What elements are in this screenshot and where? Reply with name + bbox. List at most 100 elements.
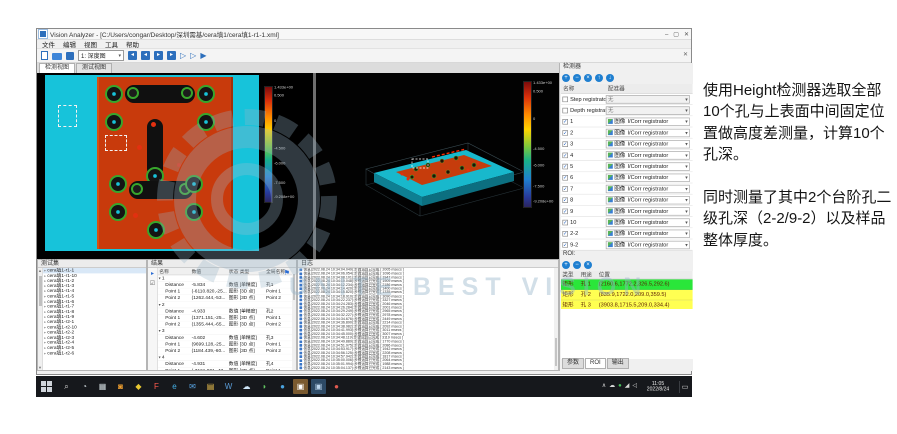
move-up-button[interactable]: ↑ <box>595 74 603 82</box>
checkbox[interactable]: ✓ <box>562 230 568 237</box>
roi-selection-box[interactable] <box>58 105 77 127</box>
registrator-row[interactable]: Depth registrator无▾ <box>561 105 693 117</box>
registrator-row[interactable]: ✓ 4 图像 I/Corr registrator ▾ <box>561 149 693 161</box>
browser-app-icon[interactable]: ● <box>275 379 290 394</box>
registrator-row[interactable]: ✓ 3 图像 I/Corr registrator ▾ <box>561 138 693 150</box>
checkbox[interactable]: ✓ <box>562 129 568 136</box>
toolbar-close-icon[interactable]: ✕ <box>683 51 688 58</box>
move-down-button[interactable]: ↓ <box>606 74 614 82</box>
scroll-up-icon[interactable]: ▲ <box>38 268 42 273</box>
registrator-dropdown[interactable]: 图像 I/Corr registrator ▾ <box>605 162 690 171</box>
remote-app-icon[interactable]: ▣ <box>311 379 326 394</box>
close-button[interactable]: ✕ <box>684 31 689 38</box>
stop-icon[interactable]: ▶ <box>200 51 206 61</box>
list-item[interactable]: ▸cera填1-r2-6 <box>43 350 146 356</box>
task-view-icon[interactable]: ▦ <box>95 379 110 394</box>
registrator-row[interactable]: ✓ 7 图像 I/Corr registrator ▾ <box>561 183 693 195</box>
view-tab[interactable]: 测试视图 <box>76 63 113 73</box>
registrator-dropdown[interactable]: 图像 I/Corr registrator ▾ <box>605 206 690 216</box>
checkbox[interactable]: ✓ <box>562 163 568 170</box>
checkbox[interactable] <box>562 107 568 114</box>
new-file-icon[interactable] <box>41 51 48 60</box>
tray-status-icon[interactable]: ● <box>618 379 622 394</box>
registrator-row[interactable]: Step registrator 无 ▾ <box>561 93 693 105</box>
minimize-button[interactable]: – <box>665 32 668 38</box>
cortana-icon[interactable]: ◔ <box>77 379 92 394</box>
taskbar-clock[interactable]: 11:05 2022/8/24 <box>645 381 671 392</box>
roi-row[interactable]: 矩形孔 2 (835.9,1722.0,209.0,359.5) <box>561 289 693 301</box>
checkbox[interactable]: ✓ <box>562 174 568 181</box>
registrator-dropdown[interactable]: 图像 I/Corr registrator ▾ <box>605 218 690 227</box>
registrator-dropdown[interactable]: 图像 I/Corr registrator ▾ <box>605 173 690 182</box>
registrator-dropdown[interactable]: 图像 I/Corr registrator ▾ <box>605 195 690 205</box>
registrator-dropdown[interactable]: 无 ▾ <box>605 94 690 104</box>
tree-row[interactable]: Point 1 (-6110.820,-25... 图形 [3D 点] Point 1 <box>158 288 292 295</box>
registrator-row[interactable]: ✓ 2-2 图像 I/Corr registrator ▾ <box>561 228 693 240</box>
tray-chevron-icon[interactable]: ∧ <box>602 379 606 394</box>
file-explorer-icon[interactable]: ▤ <box>203 379 218 394</box>
tree-row[interactable]: Point 2 (1184.439,-60... 图形 [3D 点] Point 2 <box>158 348 292 355</box>
run-icon[interactable]: ▷ <box>180 51 186 61</box>
viewport-3d[interactable]: 1.433e+00 0.500 0 -4.500 -6.000 -7.500 -9.208e… <box>316 73 559 259</box>
origin-app-icon[interactable]: ◙ <box>113 379 128 394</box>
menu-item[interactable]: 编辑 <box>63 39 76 49</box>
tray-network-icon[interactable]: ◢ <box>625 379 630 394</box>
checkbox[interactable]: ✓ <box>562 152 568 158</box>
menu-item[interactable]: 工具 <box>105 39 118 49</box>
checkbox[interactable]: ✓ <box>562 241 568 248</box>
open-folder-icon[interactable] <box>52 53 62 60</box>
clear-registrators-button[interactable]: × <box>584 74 592 82</box>
tree-row[interactable]: Point 2 (1355.444,-65... 图形 [3D 点] Point 2 <box>158 321 292 328</box>
registrator-row[interactable]: ✓ 9-2 图像 I/Corr registrator ▾ <box>561 239 693 251</box>
clear-roi-button[interactable]: × <box>584 261 592 269</box>
menu-item[interactable]: 文件 <box>42 39 55 49</box>
nav-first-icon[interactable]: ◂ <box>128 51 137 60</box>
panel-tab[interactable]: 输出 <box>606 358 629 369</box>
results-scrollbar[interactable] <box>292 268 296 370</box>
tree-row[interactable]: Point 1 (9699.128,-25... 图形 [3D 点] Point 1 <box>158 341 292 348</box>
registrator-dropdown[interactable]: 图像 I/Corr registrator ▾ <box>605 139 690 149</box>
panel-tab[interactable]: 参数 <box>562 358 585 369</box>
checkbox[interactable]: ✓ <box>562 185 568 192</box>
menu-item[interactable]: 帮助 <box>126 39 139 49</box>
run-selection-icon[interactable]: ▸ <box>151 271 154 277</box>
search-icon[interactable]: ⌕ <box>59 379 74 394</box>
log-scrollbar[interactable] <box>554 268 558 370</box>
nav-next-icon[interactable]: ▸ <box>154 51 163 60</box>
run-all-icon[interactable]: ▷ <box>190 51 196 61</box>
roi-row[interactable]: 矩形孔 3 (3903.8,1715.5,209.0,334.4) <box>561 300 693 309</box>
checkbox[interactable]: ✓ <box>562 141 568 147</box>
add-registrator-button[interactable]: + <box>562 74 570 82</box>
registrator-row[interactable]: ✓ 1 图像 I/Corr registrator ▾ <box>561 116 693 128</box>
tree-group-row[interactable]: ▾1 <box>158 275 292 282</box>
registrator-row[interactable]: ✓ 10 图像 I/Corr registrator ▾ <box>561 217 693 229</box>
word-icon[interactable]: W <box>221 379 236 394</box>
panel-tab[interactable]: ROI <box>585 358 606 369</box>
tree-row[interactable]: Distance -4.933 数值 [单精度] 孔2 <box>158 308 292 315</box>
checkbox[interactable]: ✓ <box>562 118 568 125</box>
registrator-dropdown[interactable]: 图像 I/Corr registrator ▾ <box>605 128 690 137</box>
nav-last-icon[interactable]: ▸ <box>167 51 176 60</box>
maximize-button[interactable]: ▢ <box>673 31 679 38</box>
registrator-row[interactable]: ✓ 2 图像 I/Corr registrator ▾ <box>561 127 693 139</box>
view-tab[interactable]: 检测视图 <box>39 63 76 73</box>
tree-group-row[interactable]: ▾4 <box>158 354 292 361</box>
nav-prev-icon[interactable]: ◂ <box>141 51 150 60</box>
vision-analyzer-icon[interactable]: ▣ <box>293 379 308 394</box>
roi-selection-box[interactable] <box>105 135 127 151</box>
checkbox[interactable] <box>562 96 568 102</box>
flag-icon[interactable]: ⚑ <box>284 269 290 277</box>
checklist-icon[interactable]: ☑ <box>150 281 155 287</box>
security-app-icon[interactable]: ◆ <box>131 379 146 394</box>
registrator-dropdown[interactable]: 无 ▾ <box>605 106 690 115</box>
meeting-app-icon[interactable]: ● <box>329 379 344 394</box>
checkbox[interactable]: ✓ <box>562 208 568 214</box>
menu-item[interactable]: 视图 <box>84 39 97 49</box>
tree-row[interactable]: Point 2 (1262.444,-53... 图形 [3D 点] Point 2 <box>158 295 292 302</box>
registrator-dropdown[interactable]: 图像 I/Corr registrator ▾ <box>605 240 690 249</box>
edge-icon[interactable]: e <box>167 379 182 394</box>
registrator-dropdown[interactable]: 图像 I/Corr registrator ▾ <box>605 150 690 160</box>
registrator-dropdown[interactable]: 图像 I/Corr registrator ▾ <box>605 229 690 238</box>
onedrive-icon[interactable]: ☁ <box>239 379 254 394</box>
roi-row[interactable]: 矩形孔 1 (2160.6,1772.2,326.5,292.6) <box>561 279 693 290</box>
